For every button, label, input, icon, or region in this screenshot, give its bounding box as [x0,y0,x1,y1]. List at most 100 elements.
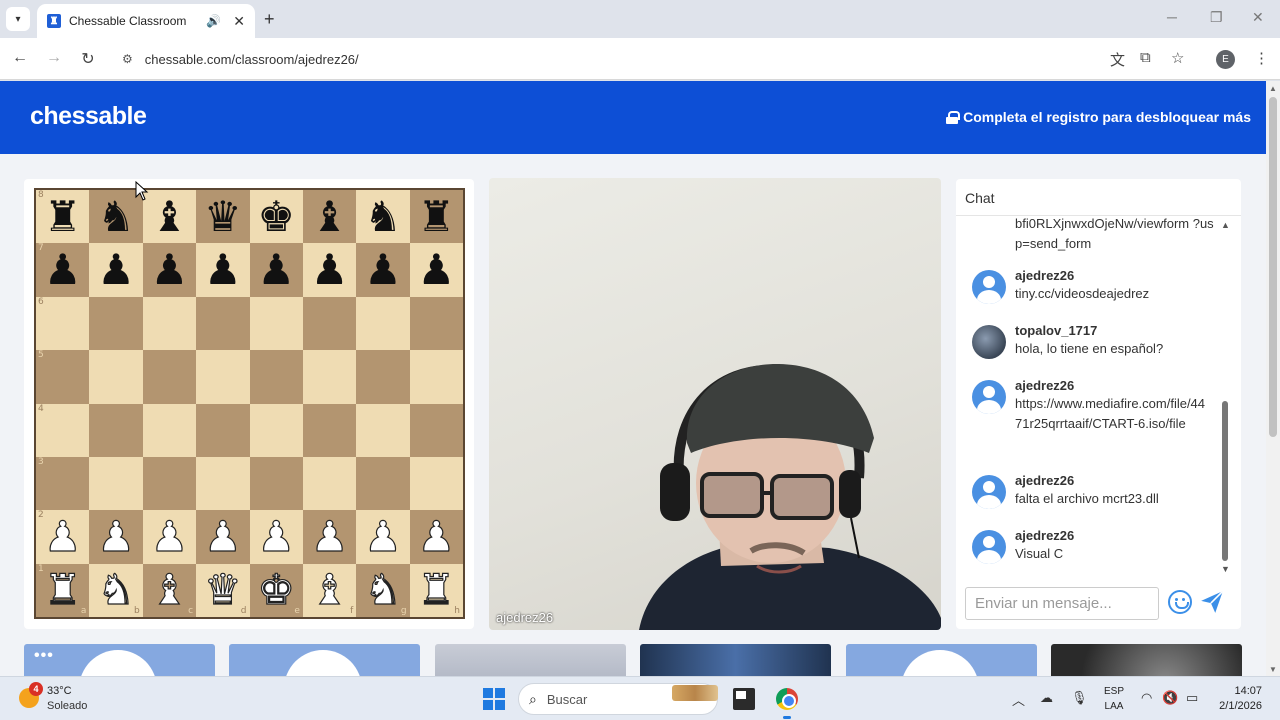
white-piece[interactable]: ♜ [43,568,82,611]
chat-scrollbar[interactable]: ▲ ▼ [1218,216,1232,576]
board-square-c7[interactable]: ♟ [142,243,197,297]
page-scrollbar[interactable]: ▲ ▼ [1266,81,1280,676]
white-piece[interactable]: ♝ [310,568,349,611]
board-square-g5[interactable] [356,350,410,404]
board-square-d8[interactable]: ♛ [196,190,250,244]
white-piece[interactable]: ♞ [364,568,403,611]
board-square-a5[interactable]: 5 [36,350,90,404]
install-app-icon[interactable]: ⧉ [1140,49,1151,66]
browser-menu-icon[interactable]: ⋮ [1254,49,1269,67]
speaker-icon[interactable]: 🔊 [206,14,221,28]
board-square-f7[interactable]: ♟ [302,243,357,297]
board-square-a4[interactable]: 4 [36,403,90,457]
emoji-icon[interactable] [1168,590,1192,614]
board-square-f3[interactable] [302,456,357,511]
scroll-up-icon[interactable]: ▲ [1269,84,1277,93]
black-piece[interactable]: ♚ [257,195,295,238]
board-square-b3[interactable] [89,456,143,511]
chat-username[interactable]: ajedrez26 [1015,473,1074,488]
board-square-h6[interactable] [409,296,463,351]
translate-icon[interactable]: 文 [1110,49,1125,70]
chat-username[interactable]: topalov_1717 [1015,323,1097,338]
scroll-down-icon[interactable]: ▼ [1221,564,1230,574]
chessboard[interactable]: 8 ♜ ♞ ♝ ♛ ♚ ♝ ♞ ♜ 7 ♟ ♟ ♟ ♟ ♟ ♟ ♟ ♟ 6 5 4 3 2 ♟ ♟ ♟ ♟ ♟ ♟ ♟ ♟ 1 a ♜ b ♞ c ♝ d ♛… [34,188,465,619]
board-square-d2[interactable]: ♟ [196,510,250,564]
board-square-g3[interactable] [356,456,410,511]
white-piece[interactable]: ♟ [203,515,242,558]
minimize-window-button[interactable]: ─ [1167,9,1177,25]
back-button[interactable]: ← [10,49,30,67]
board-square-f2[interactable]: ♟ [302,510,357,564]
black-piece[interactable]: ♟ [97,249,135,291]
chat-message-list[interactable]: bfi0RLXjnwxdOjeNw/viewform ?usp=send_for… [956,216,1218,576]
restore-window-button[interactable]: ❐ [1210,9,1223,26]
board-square-f4[interactable] [302,403,357,457]
scroll-up-icon[interactable]: ▲ [1221,220,1230,230]
board-square-g4[interactable] [356,403,410,457]
chat-username[interactable]: ajedrez26 [1015,528,1074,543]
board-square-c5[interactable] [142,350,197,404]
board-square-h2[interactable]: ♟ [409,510,463,564]
white-piece[interactable]: ♟ [43,515,82,558]
board-square-f6[interactable] [302,296,357,351]
white-piece[interactable]: ♚ [257,568,296,611]
board-square-h3[interactable] [409,456,463,511]
search-highlight-image[interactable] [672,685,718,701]
board-square-e8[interactable]: ♚ [249,190,303,244]
file-explorer-icon[interactable] [733,688,755,710]
board-square-b6[interactable] [89,296,143,351]
scroll-down-icon[interactable]: ▼ [1269,665,1277,674]
address-bar[interactable]: ⚙ chessable.com/classroom/ajedrez26/ [112,42,1202,76]
white-piece[interactable]: ♝ [150,568,189,611]
board-square-b1[interactable]: b ♞ [89,563,143,617]
chessable-logo[interactable]: chessable [30,102,147,131]
board-square-c3[interactable] [142,456,197,511]
black-piece[interactable]: ♜ [44,195,82,238]
board-square-g8[interactable]: ♞ [356,190,410,244]
chat-scroll-thumb[interactable] [1222,401,1228,561]
board-square-a6[interactable]: 6 [36,296,90,351]
board-square-e4[interactable] [249,403,303,457]
board-square-a2[interactable]: 2 ♟ [36,510,90,564]
cloud-offline-icon[interactable]: ☁ [1040,690,1053,706]
chat-message-input[interactable] [965,587,1159,620]
board-square-b7[interactable]: ♟ [89,243,143,297]
black-piece[interactable]: ♜ [417,195,455,238]
black-piece[interactable]: ♞ [364,195,402,238]
board-square-c6[interactable] [142,296,197,351]
board-square-c1[interactable]: c ♝ [142,563,197,617]
black-piece[interactable]: ♟ [417,249,455,291]
board-square-c4[interactable] [142,403,197,457]
board-square-e3[interactable] [249,456,303,511]
board-square-b4[interactable] [89,403,143,457]
battery-icon[interactable]: ▭ [1186,690,1198,706]
board-square-a3[interactable]: 3 [36,456,90,511]
white-piece[interactable]: ♟ [150,515,189,558]
black-piece[interactable]: ♝ [311,195,349,238]
participant-thumbnail[interactable] [640,644,831,676]
chat-username[interactable]: ajedrez26 [1015,378,1074,393]
black-piece[interactable]: ♟ [364,249,402,291]
board-square-d7[interactable]: ♟ [196,243,250,297]
white-piece[interactable]: ♞ [97,568,136,611]
black-piece[interactable]: ♟ [311,249,349,291]
system-clock[interactable]: 14:07 2/1/2026 [1216,684,1262,714]
black-piece[interactable]: ♟ [257,249,295,291]
board-square-a8[interactable]: 8 ♜ [36,190,90,244]
board-square-g7[interactable]: ♟ [356,243,410,297]
site-settings-icon[interactable]: ⚙ [122,52,133,66]
black-piece[interactable]: ♟ [151,249,189,291]
board-square-f5[interactable] [302,350,357,404]
black-piece[interactable]: ♛ [204,195,242,238]
participant-thumbnail[interactable] [435,644,626,676]
white-piece[interactable]: ♛ [203,568,242,611]
new-tab-button[interactable]: + [264,9,275,30]
board-square-a7[interactable]: 7 ♟ [36,243,90,297]
board-square-f8[interactable]: ♝ [302,190,357,244]
input-language[interactable]: ESP LAA [1104,684,1124,714]
wifi-icon[interactable]: ◠ [1141,690,1152,706]
participant-thumbnail[interactable]: ••• [24,644,215,676]
black-piece[interactable]: ♝ [151,195,189,238]
board-square-d3[interactable] [196,456,250,511]
black-piece[interactable]: ♞ [97,195,135,238]
